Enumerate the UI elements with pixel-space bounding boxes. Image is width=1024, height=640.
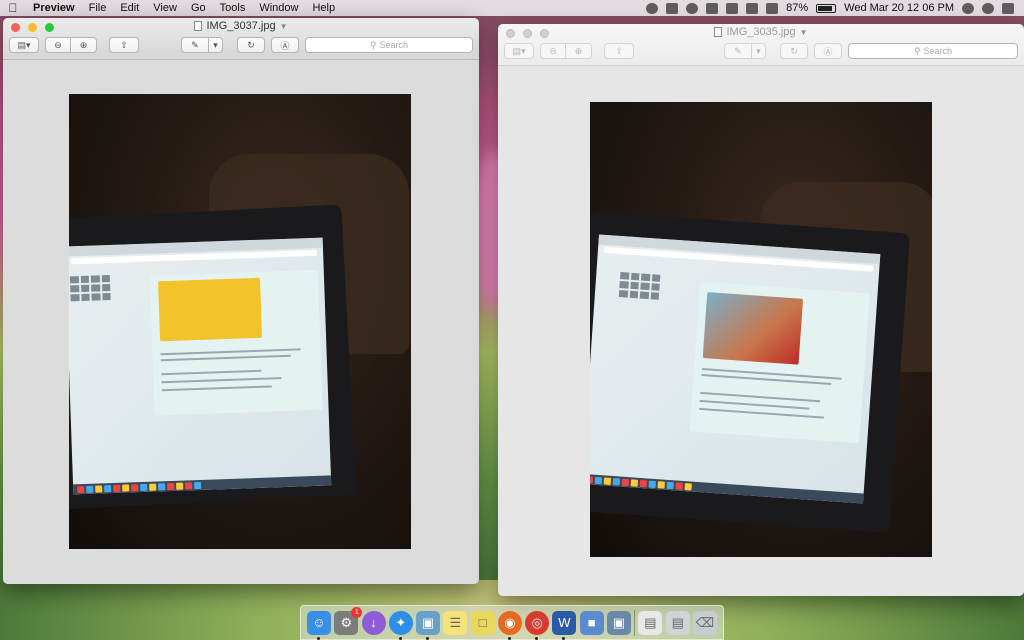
- chevron-down-icon[interactable]: ▾: [752, 43, 766, 59]
- menu-file[interactable]: File: [82, 2, 114, 14]
- window-title-text[interactable]: IMG_3035.jpg: [726, 26, 795, 38]
- menu-tools[interactable]: Tools: [213, 2, 253, 14]
- time-machine-icon[interactable]: [686, 2, 699, 14]
- chevron-down-icon[interactable]: ▼: [280, 22, 288, 31]
- laptop-screen: [69, 237, 332, 495]
- image-file-icon: [714, 27, 723, 37]
- image-canvas[interactable]: [498, 66, 1024, 596]
- question-grid: [618, 272, 661, 300]
- dock-separator: [634, 609, 636, 636]
- preview-icon[interactable]: ▣: [416, 610, 441, 640]
- chevron-down-icon[interactable]: ▾: [209, 37, 223, 53]
- menu-edit[interactable]: Edit: [113, 2, 146, 14]
- image-capture-icon[interactable]: ■: [579, 610, 604, 635]
- toolbar: ▤▾ ⊖ ⊕ ⇧ ✎ ▾ ↻ Ⓐ ⚲ Search: [504, 42, 1018, 60]
- gear-icon[interactable]: ⚙ 1: [334, 606, 363, 635]
- menu-go[interactable]: Go: [184, 2, 213, 14]
- battery-percent[interactable]: 87%: [786, 2, 808, 14]
- zoom-controls: ⊖ ⊕: [540, 43, 592, 59]
- preview-window-img-3035[interactable]: IMG_3035.jpg ▼ ▤▾ ⊖ ⊕ ⇧ ✎ ▾ ↻ Ⓐ ⚲ Search: [498, 24, 1024, 596]
- photo-icon[interactable]: ▣: [606, 610, 631, 635]
- pen-icon[interactable]: ✎: [724, 43, 752, 59]
- trash-icon[interactable]: ⌫: [692, 610, 717, 635]
- pen-icon[interactable]: ✎: [181, 37, 209, 53]
- creative-cloud-icon[interactable]: [646, 2, 659, 14]
- compass-icon[interactable]: ✦: [388, 610, 413, 640]
- search-icon: ⚲: [369, 39, 377, 50]
- menu-window[interactable]: Window: [252, 2, 305, 14]
- photo-laptop-quiz-coca-cola-ad: [590, 102, 932, 557]
- search-placeholder: Search: [379, 40, 409, 50]
- battery-icon[interactable]: [816, 3, 837, 13]
- window-titlebar[interactable]: IMG_3037.jpg ▼ ▤▾ ⊖ ⊕ ⇧ ✎ ▾ ↻ Ⓐ ⚲ Search: [3, 18, 479, 60]
- rotate-button[interactable]: ↻: [237, 37, 265, 53]
- download-icon[interactable]: ↓: [361, 610, 386, 635]
- window-title: IMG_3037.jpg ▼: [3, 20, 479, 32]
- share-button[interactable]: ⇧: [604, 43, 634, 59]
- window-title: IMG_3035.jpg ▼: [498, 26, 1024, 38]
- zoom-out-icon[interactable]: ⊖: [45, 37, 71, 53]
- notification-center-icon[interactable]: [1002, 2, 1014, 14]
- apple-menu-icon[interactable]: : [0, 1, 26, 15]
- dropbox-icon[interactable]: [666, 2, 679, 14]
- ad-image-coca-cola: [702, 292, 804, 365]
- rotate-button[interactable]: ↻: [780, 43, 808, 59]
- spotlight-icon[interactable]: [962, 2, 974, 14]
- image-canvas[interactable]: [3, 60, 479, 584]
- share-button[interactable]: ⇧: [109, 37, 139, 53]
- airplay-icon[interactable]: [746, 2, 759, 14]
- volume-icon[interactable]: [766, 2, 779, 14]
- markup-controls: ✎ ▾: [724, 43, 766, 59]
- notes-icon[interactable]: ☰: [443, 610, 468, 635]
- chevron-down-icon[interactable]: ▼: [800, 28, 808, 37]
- markup-toolbar-button[interactable]: Ⓐ: [814, 43, 842, 59]
- search-input[interactable]: ⚲ Search: [305, 37, 473, 53]
- markup-toolbar-button[interactable]: Ⓐ: [271, 37, 299, 53]
- stickies-icon[interactable]: □: [470, 610, 495, 635]
- stack-icon[interactable]: ▤: [665, 610, 690, 635]
- finder-icon[interactable]: ☺: [307, 610, 331, 640]
- search-placeholder: Search: [923, 46, 953, 56]
- chrome-icon[interactable]: ◎: [525, 610, 550, 640]
- menu-help[interactable]: Help: [305, 2, 342, 14]
- siri-icon[interactable]: [982, 2, 994, 14]
- photo-laptop-quiz-yellow-ad: [69, 94, 411, 549]
- firefox-icon[interactable]: ◉: [497, 610, 522, 640]
- window-title-text[interactable]: IMG_3037.jpg: [206, 20, 275, 32]
- menu-app-name[interactable]: Preview: [26, 2, 82, 14]
- zoom-in-icon[interactable]: ⊕: [566, 43, 592, 59]
- zoom-in-icon[interactable]: ⊕: [71, 37, 97, 53]
- toolbar: ▤▾ ⊖ ⊕ ⇧ ✎ ▾ ↻ Ⓐ ⚲ Search: [9, 36, 473, 54]
- ad-image-yellow: [158, 277, 263, 342]
- dock: ☺ ⚙ 1 ↓ ✦ ▣ ☰ □ ◉ ◎ W ■ ▣ ▤ ▤ ⌫: [300, 605, 724, 640]
- menu-view[interactable]: View: [146, 2, 184, 14]
- bluetooth-icon[interactable]: [706, 2, 719, 14]
- wifi-icon[interactable]: [726, 2, 739, 14]
- search-icon: ⚲: [913, 45, 921, 56]
- word-icon[interactable]: W: [552, 610, 577, 640]
- stack-icon[interactable]: ▤: [638, 610, 663, 635]
- image-file-icon: [194, 21, 203, 31]
- clock[interactable]: Wed Mar 20 12 06 PM: [844, 2, 954, 14]
- preview-window-img-3037[interactable]: IMG_3037.jpg ▼ ▤▾ ⊖ ⊕ ⇧ ✎ ▾ ↻ Ⓐ ⚲ Search: [3, 18, 479, 584]
- search-input[interactable]: ⚲ Search: [848, 43, 1018, 59]
- window-titlebar[interactable]: IMG_3035.jpg ▼ ▤▾ ⊖ ⊕ ⇧ ✎ ▾ ↻ Ⓐ ⚲ Search: [498, 24, 1024, 66]
- laptop-screen: [590, 234, 881, 504]
- sidebar-toggle-button[interactable]: ▤▾: [9, 37, 39, 53]
- zoom-controls: ⊖ ⊕: [45, 37, 97, 53]
- sidebar-toggle-button[interactable]: ▤▾: [504, 43, 534, 59]
- status-tray: 87% Wed Mar 20 12 06 PM: [646, 2, 1024, 14]
- zoom-out-icon[interactable]: ⊖: [540, 43, 566, 59]
- markup-controls: ✎ ▾: [181, 37, 223, 53]
- question-grid: [69, 275, 111, 302]
- notification-badge: 1: [351, 606, 363, 618]
- menu-bar:  Preview File Edit View Go Tools Window…: [0, 0, 1024, 16]
